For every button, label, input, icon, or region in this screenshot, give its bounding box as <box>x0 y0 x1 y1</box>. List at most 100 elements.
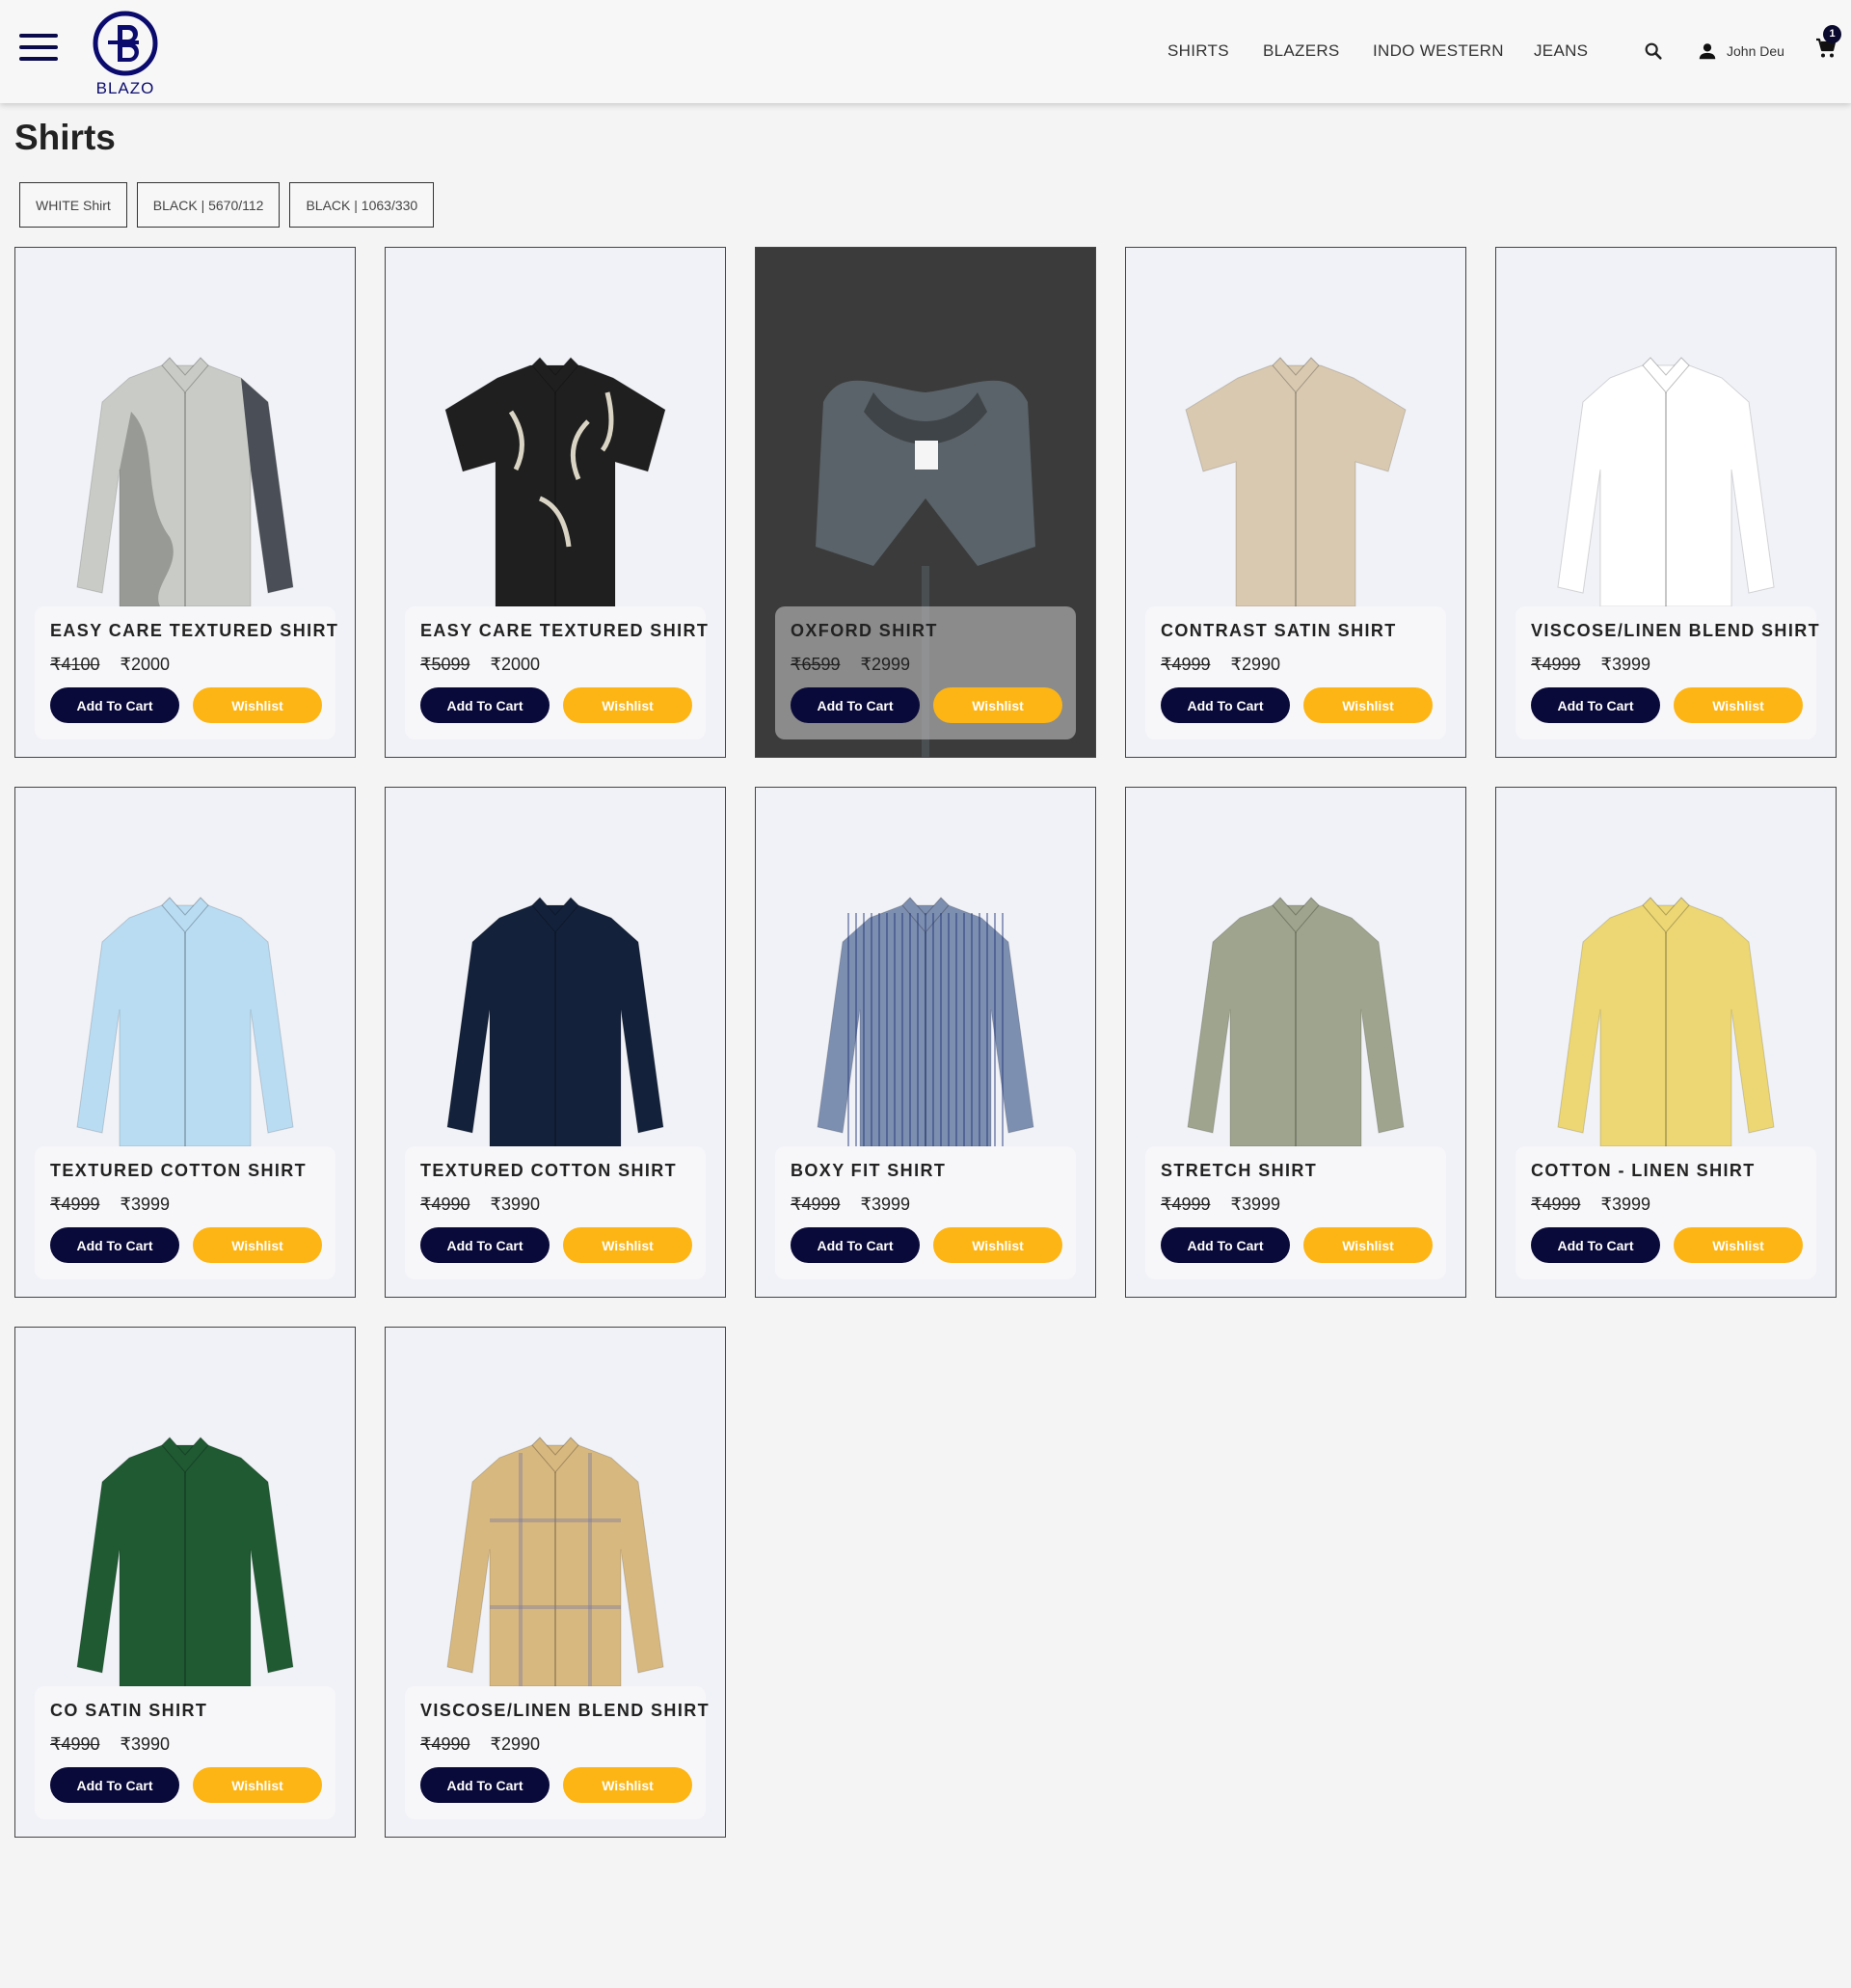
current-price: ₹2990 <box>490 1734 541 1754</box>
old-price: ₹6599 <box>791 655 841 674</box>
product-card[interactable]: EASY CARE TEXTURED SHIRT ₹5099 ₹2000 Add… <box>385 247 726 758</box>
price-row: ₹4999 ₹3999 <box>1531 1195 1650 1215</box>
product-name: TEXTURED COTTON SHIRT <box>50 1161 308 1180</box>
price-row: ₹4990 ₹3990 <box>50 1734 170 1755</box>
menu-icon[interactable] <box>19 34 58 63</box>
old-price: ₹4990 <box>420 1734 470 1754</box>
product-name: TEXTURED COTTON SHIRT <box>420 1161 678 1180</box>
add-to-cart-button[interactable]: Add To Cart <box>1161 1227 1290 1263</box>
old-price: ₹4999 <box>1161 655 1211 674</box>
old-price: ₹4100 <box>50 655 100 674</box>
add-to-cart-button[interactable]: Add To Cart <box>420 1227 550 1263</box>
old-price: ₹4999 <box>1531 1195 1581 1214</box>
product-name: CONTRAST SATIN SHIRT <box>1161 621 1397 640</box>
user-name[interactable]: John Deu <box>1727 43 1784 59</box>
add-to-cart-button[interactable]: Add To Cart <box>50 687 179 723</box>
current-price: ₹3990 <box>490 1195 541 1214</box>
price-row: ₹4999 ₹2990 <box>1161 655 1280 675</box>
product-card[interactable]: TEXTURED COTTON SHIRT ₹4990 ₹3990 Add To… <box>385 787 726 1298</box>
product-info: EASY CARE TEXTURED SHIRT ₹4100 ₹2000 Add… <box>35 606 339 739</box>
price-row: ₹4100 ₹2000 <box>50 655 170 675</box>
wishlist-button[interactable]: Wishlist <box>933 1227 1062 1263</box>
add-to-cart-button[interactable]: Add To Cart <box>420 687 550 723</box>
current-price: ₹3999 <box>1600 655 1651 674</box>
wishlist-button[interactable]: Wishlist <box>1303 687 1433 723</box>
search-icon[interactable] <box>1643 40 1664 62</box>
current-price: ₹3999 <box>860 1195 911 1214</box>
top-header: BLAZO SHIRTS BLAZERS INDO WESTERN JEANS … <box>0 0 1851 103</box>
filter-chip[interactable]: BLACK | 1063/330 <box>289 182 435 228</box>
current-price: ₹3990 <box>120 1734 171 1754</box>
product-name: EASY CARE TEXTURED SHIRT <box>50 621 339 640</box>
old-price: ₹4999 <box>1161 1195 1211 1214</box>
brand-logo[interactable]: BLAZO <box>89 9 162 97</box>
price-row: ₹5099 ₹2000 <box>420 655 540 675</box>
add-to-cart-button[interactable]: Add To Cart <box>420 1767 550 1803</box>
product-card[interactable]: STRETCH SHIRT ₹4999 ₹3999 Add To Cart Wi… <box>1125 787 1466 1298</box>
product-info: VISCOSE/LINEN BLEND SHIRT ₹4999 ₹3999 Ad… <box>1516 606 1819 739</box>
wishlist-button[interactable]: Wishlist <box>193 1227 322 1263</box>
old-price: ₹4990 <box>50 1734 100 1754</box>
current-price: ₹2000 <box>490 655 541 674</box>
product-name: EASY CARE TEXTURED SHIRT <box>420 621 710 640</box>
product-name: CO SATIN SHIRT <box>50 1701 208 1720</box>
nav-blazers[interactable]: BLAZERS <box>1263 41 1340 61</box>
old-price: ₹5099 <box>420 655 470 674</box>
wishlist-button[interactable]: Wishlist <box>1674 687 1803 723</box>
old-price: ₹4999 <box>1531 655 1581 674</box>
add-to-cart-button[interactable]: Add To Cart <box>791 687 920 723</box>
product-card[interactable]: COTTON - LINEN SHIRT ₹4999 ₹3999 Add To … <box>1495 787 1837 1298</box>
current-price: ₹2990 <box>1230 655 1281 674</box>
product-grid: EASY CARE TEXTURED SHIRT ₹4100 ₹2000 Add… <box>14 247 1837 1838</box>
add-to-cart-button[interactable]: Add To Cart <box>50 1767 179 1803</box>
product-info: COTTON - LINEN SHIRT ₹4999 ₹3999 Add To … <box>1516 1146 1816 1279</box>
product-name: STRETCH SHIRT <box>1161 1161 1318 1180</box>
product-card[interactable]: CO SATIN SHIRT ₹4990 ₹3990 Add To Cart W… <box>14 1327 356 1838</box>
current-price: ₹3999 <box>1230 1195 1281 1214</box>
product-card[interactable]: OXFORD SHIRT ₹6599 ₹2999 Add To Cart Wis… <box>755 247 1096 758</box>
product-info: STRETCH SHIRT ₹4999 ₹3999 Add To Cart Wi… <box>1145 1146 1446 1279</box>
wishlist-button[interactable]: Wishlist <box>563 1227 692 1263</box>
cart-count-badge: 1 <box>1823 25 1841 43</box>
wishlist-button[interactable]: Wishlist <box>563 1767 692 1803</box>
add-to-cart-button[interactable]: Add To Cart <box>791 1227 920 1263</box>
product-name: OXFORD SHIRT <box>791 621 938 640</box>
wishlist-button[interactable]: Wishlist <box>933 687 1062 723</box>
add-to-cart-button[interactable]: Add To Cart <box>50 1227 179 1263</box>
product-card[interactable]: CONTRAST SATIN SHIRT ₹4999 ₹2990 Add To … <box>1125 247 1466 758</box>
add-to-cart-button[interactable]: Add To Cart <box>1161 687 1290 723</box>
price-row: ₹4999 ₹3999 <box>1161 1195 1280 1215</box>
product-name: VISCOSE/LINEN BLEND SHIRT <box>1531 621 1821 640</box>
filter-chip[interactable]: WHITE Shirt <box>19 182 127 228</box>
wishlist-button[interactable]: Wishlist <box>193 1767 322 1803</box>
add-to-cart-button[interactable]: Add To Cart <box>1531 1227 1660 1263</box>
product-card[interactable]: EASY CARE TEXTURED SHIRT ₹4100 ₹2000 Add… <box>14 247 356 758</box>
product-info: TEXTURED COTTON SHIRT ₹4999 ₹3999 Add To… <box>35 1146 335 1279</box>
price-row: ₹4999 ₹3999 <box>791 1195 910 1215</box>
wishlist-button[interactable]: Wishlist <box>1303 1227 1433 1263</box>
wishlist-button[interactable]: Wishlist <box>563 687 692 723</box>
price-row: ₹4999 ₹3999 <box>1531 655 1650 675</box>
product-card[interactable]: VISCOSE/LINEN BLEND SHIRT ₹4999 ₹3999 Ad… <box>1495 247 1837 758</box>
nav-indo-western[interactable]: INDO WESTERN <box>1373 41 1504 61</box>
product-name: VISCOSE/LINEN BLEND SHIRT <box>420 1701 711 1720</box>
price-row: ₹4990 ₹2990 <box>420 1734 540 1755</box>
product-info: EASY CARE TEXTURED SHIRT ₹5099 ₹2000 Add… <box>405 606 710 739</box>
current-price: ₹2000 <box>120 655 171 674</box>
nav-shirts[interactable]: SHIRTS <box>1167 41 1229 61</box>
product-info: CO SATIN SHIRT ₹4990 ₹3990 Add To Cart W… <box>35 1686 335 1819</box>
product-info: OXFORD SHIRT ₹6599 ₹2999 Add To Cart Wis… <box>775 606 1076 739</box>
nav-jeans[interactable]: JEANS <box>1534 41 1588 61</box>
wishlist-button[interactable]: Wishlist <box>193 687 322 723</box>
current-price: ₹3999 <box>120 1195 171 1214</box>
wishlist-button[interactable]: Wishlist <box>1674 1227 1803 1263</box>
add-to-cart-button[interactable]: Add To Cart <box>1531 687 1660 723</box>
product-card[interactable]: TEXTURED COTTON SHIRT ₹4999 ₹3999 Add To… <box>14 787 356 1298</box>
product-card[interactable]: VISCOSE/LINEN BLEND SHIRT ₹4990 ₹2990 Ad… <box>385 1327 726 1838</box>
current-price: ₹2999 <box>860 655 911 674</box>
filter-chip[interactable]: BLACK | 5670/112 <box>136 182 281 228</box>
price-row: ₹4990 ₹3990 <box>420 1195 540 1215</box>
user-icon <box>1699 43 1716 60</box>
product-card[interactable]: BOXY FIT SHIRT ₹4999 ₹3999 Add To Cart W… <box>755 787 1096 1298</box>
product-info: CONTRAST SATIN SHIRT ₹4999 ₹2990 Add To … <box>1145 606 1446 739</box>
